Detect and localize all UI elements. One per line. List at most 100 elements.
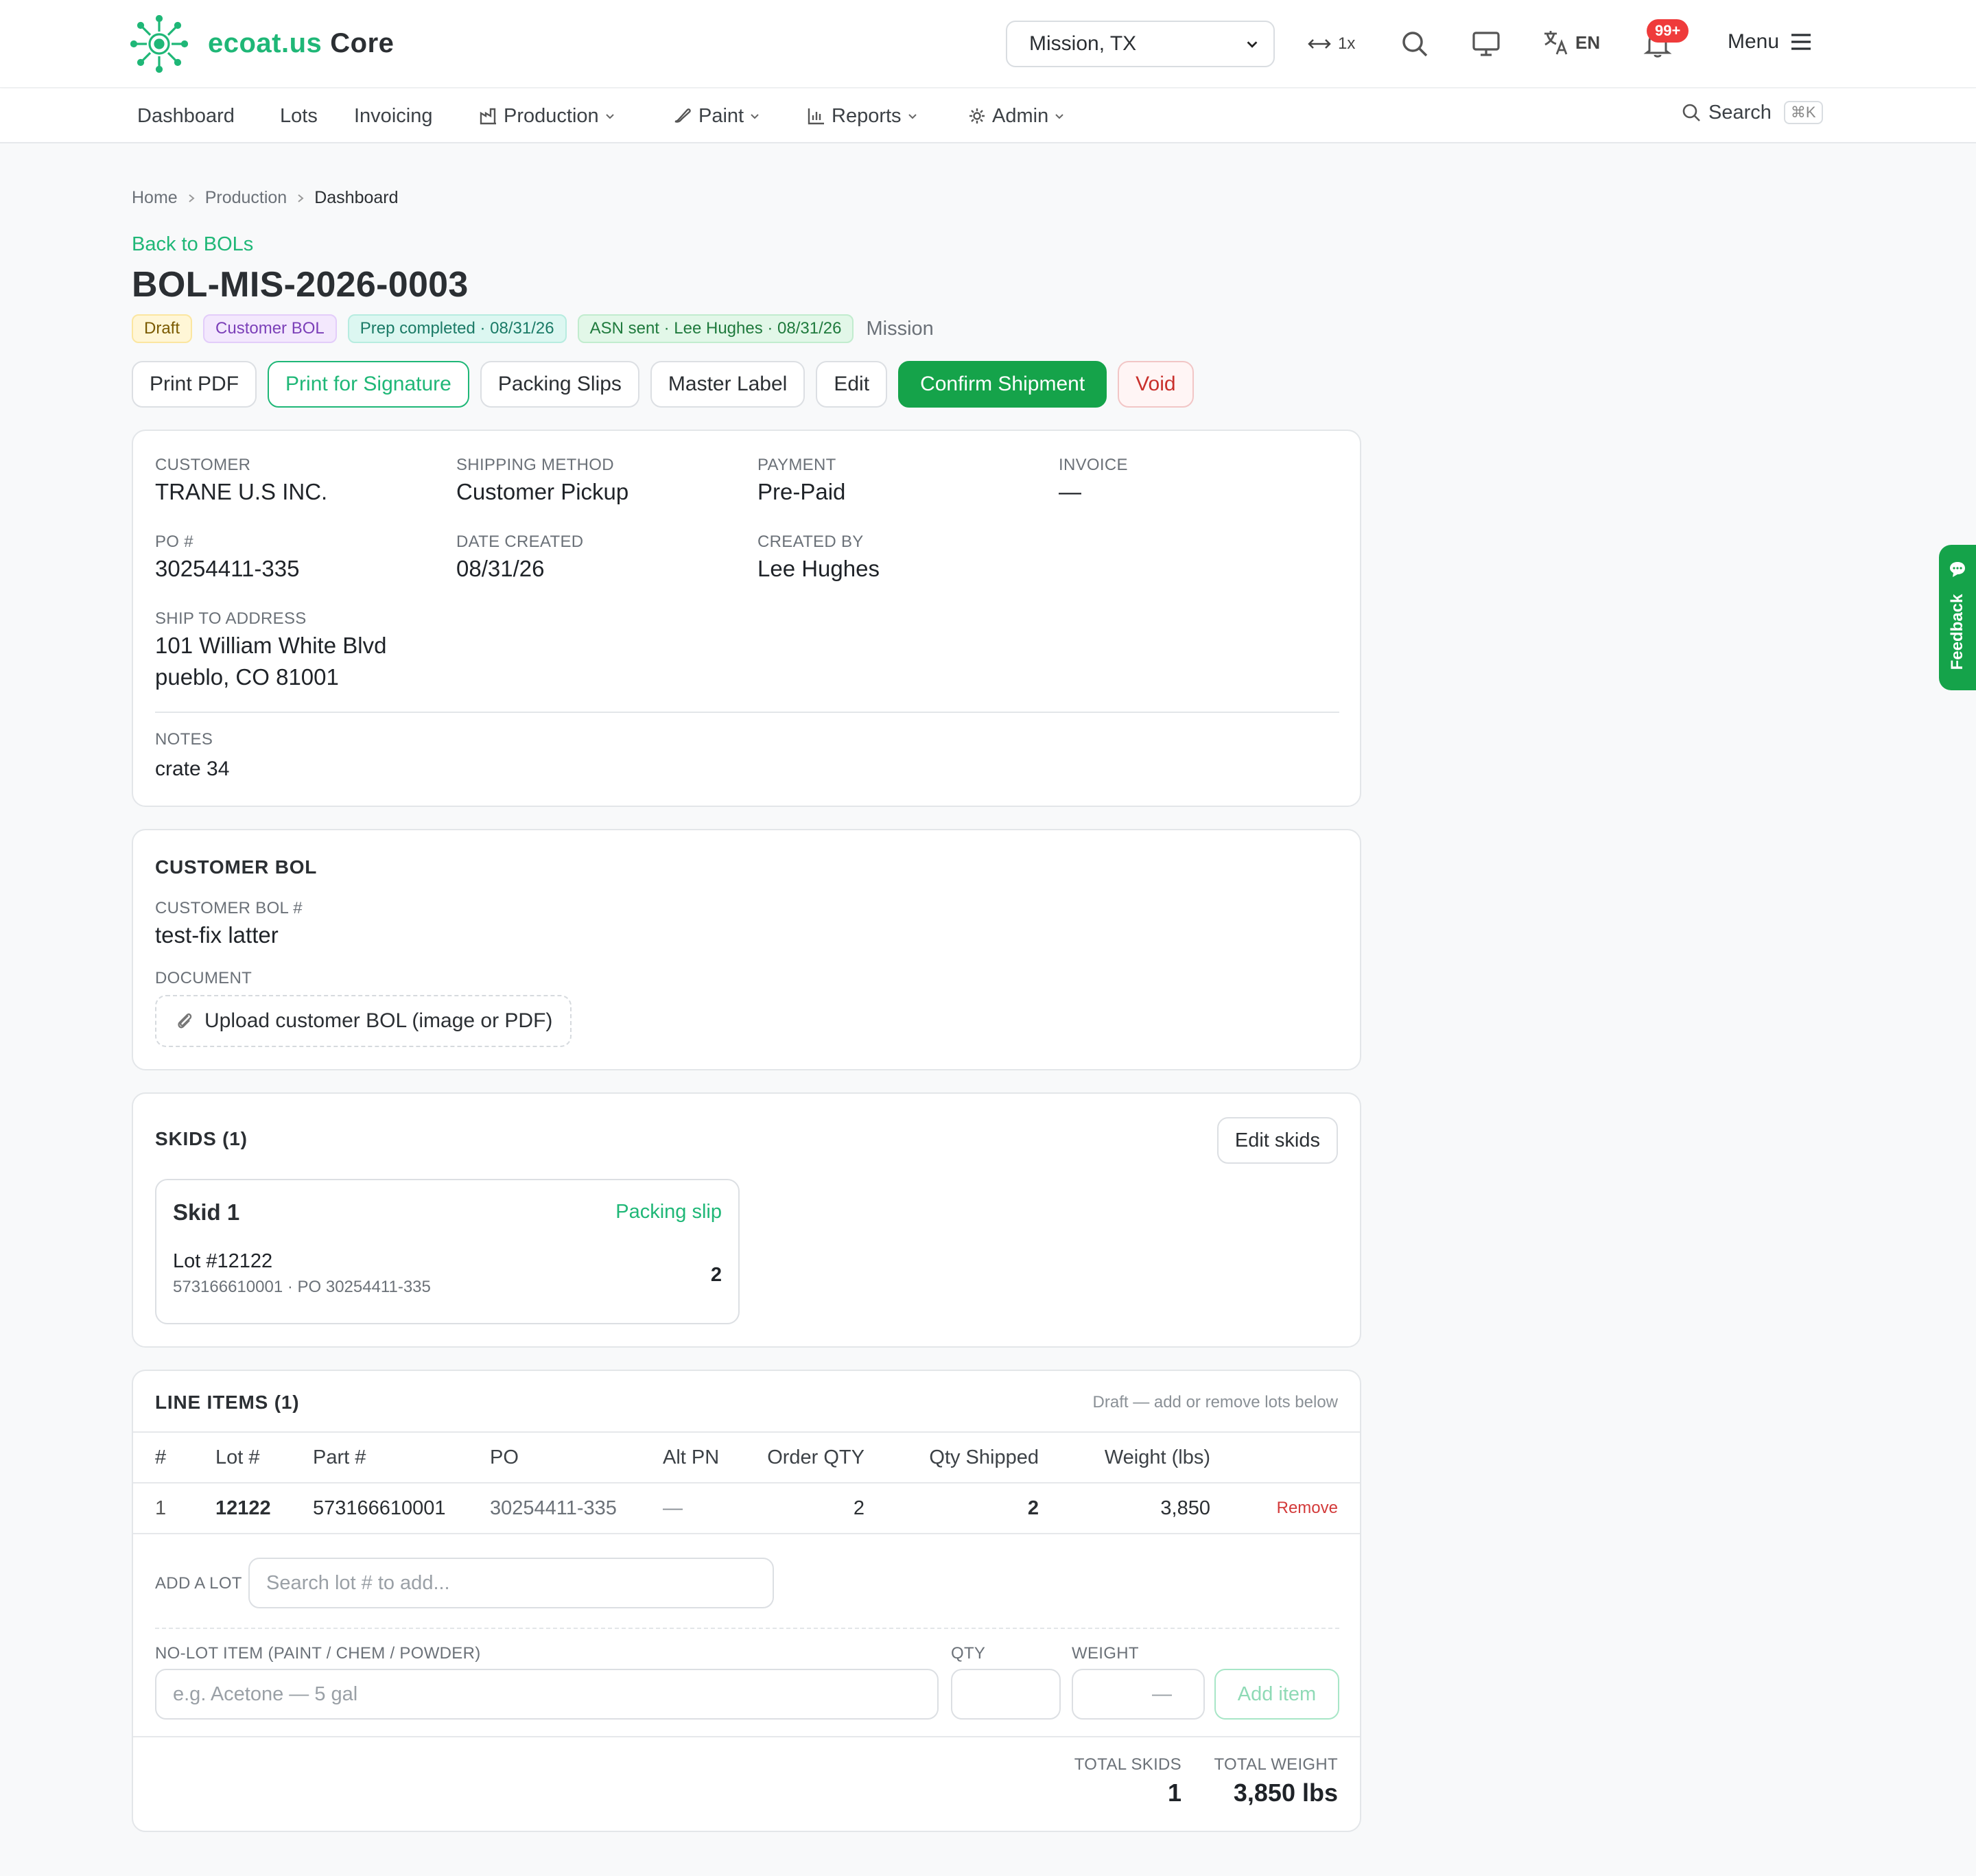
customer-bol-number-value: test-fix latter bbox=[155, 922, 279, 948]
table-row: 1 12122 573166610001 30254411-335 — 2 2 … bbox=[133, 1483, 1360, 1534]
line-items-card: LINE ITEMS (1) Draft — add or remove lot… bbox=[132, 1370, 1361, 1832]
skid-name: Skid 1 bbox=[173, 1199, 240, 1225]
shipping-method-value: Customer Pickup bbox=[456, 479, 629, 504]
language-switcher[interactable]: EN bbox=[1542, 29, 1600, 56]
add-lot-search-input[interactable]: Search lot # to add... bbox=[248, 1558, 774, 1608]
print-pdf-button[interactable]: Print PDF bbox=[132, 361, 257, 408]
add-item-button[interactable]: Add item bbox=[1214, 1669, 1339, 1720]
chevron-down-icon bbox=[751, 114, 759, 119]
zoom-toggle[interactable]: 1x bbox=[1308, 30, 1355, 58]
col-index: # bbox=[133, 1431, 215, 1484]
breadcrumb-home[interactable]: Home bbox=[132, 188, 178, 208]
ecoat-logo-icon[interactable] bbox=[130, 15, 188, 73]
qty-input[interactable] bbox=[951, 1669, 1061, 1720]
field-label: SHIPPING METHOD bbox=[456, 456, 614, 474]
menu-button[interactable]: Menu bbox=[1728, 30, 1812, 54]
feedback-label: Feedback bbox=[1948, 594, 1966, 670]
search-icon[interactable] bbox=[1398, 27, 1431, 60]
monitor-icon[interactable] bbox=[1470, 27, 1503, 60]
row-part: 573166610001 bbox=[313, 1483, 490, 1534]
bar-chart-icon bbox=[808, 108, 824, 125]
asn-badge: ASN sent · Lee Hughes · 08/31/26 bbox=[577, 314, 854, 343]
date-created-field: DATE CREATED 08/31/26 bbox=[456, 532, 583, 582]
row-weight: 3,850 bbox=[1039, 1483, 1210, 1534]
total-skids-value: 1 bbox=[1167, 1779, 1181, 1807]
edit-skids-button[interactable]: Edit skids bbox=[1216, 1117, 1338, 1164]
status-badges: Draft Customer BOL Prep completed · 08/3… bbox=[132, 314, 934, 343]
no-lot-item-input[interactable]: e.g. Acetone — 5 gal bbox=[155, 1669, 939, 1720]
nav-production[interactable]: Production bbox=[479, 102, 615, 130]
section-title: LINE ITEMS (1) bbox=[155, 1392, 300, 1413]
prep-badge: Prep completed · 08/31/26 bbox=[347, 314, 567, 343]
packing-slips-button[interactable]: Packing Slips bbox=[480, 361, 639, 408]
print-for-signature-button[interactable]: Print for Signature bbox=[268, 361, 469, 408]
feedback-tab[interactable]: Feedback bbox=[1939, 545, 1976, 690]
master-label-button[interactable]: Master Label bbox=[650, 361, 805, 408]
location-select[interactable]: Mission, TX bbox=[1006, 21, 1275, 67]
factory-icon bbox=[480, 108, 496, 125]
breadcrumb-production[interactable]: Production bbox=[205, 188, 287, 208]
main-nav: Dashboard Lots Invoicing Production Pain… bbox=[0, 89, 1976, 143]
edit-button[interactable]: Edit bbox=[816, 361, 888, 408]
ship-to-field: SHIP TO ADDRESS 101 William White Blvd p… bbox=[155, 609, 386, 690]
action-bar: Print PDF Print for Signature Packing Sl… bbox=[132, 361, 1194, 408]
nav-lots[interactable]: Lots bbox=[280, 102, 318, 130]
shipping-method-field: SHIPPING METHOD Customer Pickup bbox=[456, 456, 628, 505]
weight-input[interactable]: — bbox=[1072, 1669, 1205, 1720]
site-label: Mission bbox=[866, 317, 934, 340]
skid-qty: 2 bbox=[710, 1264, 722, 1286]
weight-label: WEIGHT bbox=[1072, 1644, 1139, 1663]
nav-label: Production bbox=[504, 104, 599, 127]
nav-dashboard[interactable]: Dashboard bbox=[137, 102, 235, 130]
remove-line-button[interactable]: Remove bbox=[1210, 1483, 1360, 1534]
section-title: CUSTOMER BOL bbox=[155, 856, 318, 878]
brand-name[interactable]: ecoat.us Core bbox=[208, 26, 394, 60]
field-label: PAYMENT bbox=[757, 456, 836, 474]
col-order-qty: Order QTY bbox=[738, 1431, 864, 1484]
back-to-bols-link[interactable]: Back to BOLs bbox=[132, 233, 253, 256]
chat-bubble-icon bbox=[1950, 562, 1965, 577]
nav-paint[interactable]: Paint bbox=[672, 102, 760, 130]
skids-card: SKIDS (1) Edit skids Skid 1 Packing slip… bbox=[132, 1092, 1361, 1348]
field-label: NOTES bbox=[155, 730, 213, 749]
brand-accent: ecoat.us bbox=[208, 28, 322, 58]
field-label: CUSTOMER BOL # bbox=[155, 899, 303, 917]
shortcut-hint: ⌘K bbox=[1783, 101, 1823, 124]
location-value: Mission, TX bbox=[1029, 32, 1137, 55]
nav-search[interactable]: Search ⌘K bbox=[1681, 101, 1823, 124]
nav-label: Paint bbox=[698, 104, 744, 127]
field-label: CREATED BY bbox=[757, 532, 864, 551]
void-button[interactable]: Void bbox=[1118, 361, 1194, 408]
row-alt-pn: — bbox=[663, 1483, 738, 1534]
nav-label: Admin bbox=[992, 104, 1049, 127]
gear-icon bbox=[969, 108, 985, 124]
chevron-right-icon bbox=[189, 194, 195, 202]
breadcrumb: Home Production Dashboard bbox=[132, 188, 399, 208]
nav-reports[interactable]: Reports bbox=[807, 102, 918, 130]
confirm-shipment-button[interactable]: Confirm Shipment bbox=[898, 361, 1107, 408]
packing-slip-link[interactable]: Packing slip bbox=[615, 1201, 722, 1223]
upload-label: Upload customer BOL (image or PDF) bbox=[204, 1009, 553, 1032]
col-action bbox=[1210, 1431, 1360, 1484]
notes-value: crate 34 bbox=[155, 758, 230, 780]
skid-card: Skid 1 Packing slip Lot #12122 573166610… bbox=[155, 1179, 740, 1324]
breadcrumb-current: Dashboard bbox=[314, 188, 399, 207]
invoice-value: — bbox=[1059, 479, 1081, 504]
translate-icon bbox=[1544, 31, 1568, 55]
skid-lot: Lot #12122 bbox=[173, 1250, 273, 1272]
customer-bol-number-field: CUSTOMER BOL # test-fix latter bbox=[155, 899, 303, 948]
nav-admin[interactable]: Admin bbox=[967, 102, 1065, 130]
chevron-right-icon bbox=[298, 194, 304, 202]
nav-invoicing[interactable]: Invoicing bbox=[354, 102, 432, 130]
horizontal-arrows-icon bbox=[1308, 39, 1331, 49]
draft-hint: Draft — add or remove lots below bbox=[1092, 1393, 1338, 1411]
row-lot[interactable]: 12122 bbox=[215, 1483, 313, 1534]
top-header: ecoat.us Core Mission, TX 1x EN 99+ Menu bbox=[0, 0, 1976, 88]
po-field: PO # 30254411-335 bbox=[155, 532, 299, 582]
hamburger-icon bbox=[1791, 34, 1811, 50]
row-qty-shipped: 2 bbox=[864, 1483, 1039, 1534]
brand-rest: Core bbox=[330, 28, 395, 58]
upload-customer-bol-button[interactable]: Upload customer BOL (image or PDF) bbox=[155, 995, 572, 1047]
total-weight-label: TOTAL WEIGHT bbox=[1214, 1755, 1338, 1774]
divider bbox=[155, 1628, 1339, 1629]
